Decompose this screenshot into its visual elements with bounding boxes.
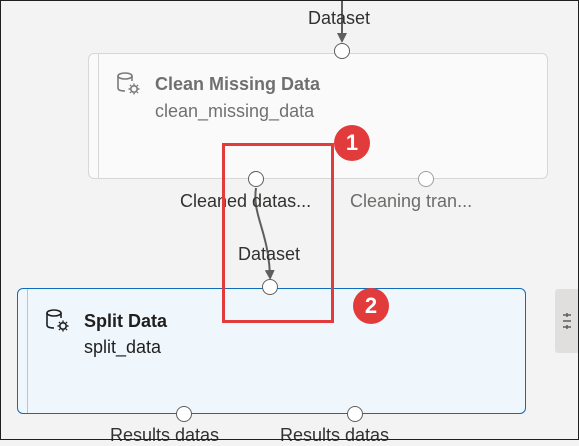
- node-title: Split Data: [84, 311, 168, 331]
- split-output-label-1: Results datas: [110, 425, 220, 445]
- callout-badge-1: 1: [334, 125, 370, 161]
- callout-badge-2: 2: [353, 288, 389, 324]
- highlight-box: [222, 143, 334, 323]
- cleaning-transformation-label: Cleaning tran...: [350, 191, 473, 211]
- split-output-port-2[interactable]: [347, 406, 363, 422]
- node-stripe: [98, 54, 99, 178]
- cleaning-transformation-output-port[interactable]: [418, 171, 434, 187]
- top-input-label: Dataset: [308, 8, 371, 28]
- panel-toggle-icon: [563, 313, 571, 329]
- node-subtitle: split_data: [84, 337, 162, 357]
- node-title: Clean Missing Data: [155, 74, 321, 94]
- side-panel-toggle[interactable]: [555, 289, 579, 353]
- node-stripe: [27, 289, 28, 413]
- clean-input-port[interactable]: [334, 43, 350, 59]
- dataset-gear-icon: [46, 309, 69, 332]
- node-subtitle: clean_missing_data: [155, 101, 315, 121]
- dataset-gear-icon: [117, 72, 140, 95]
- split-output-label-2: Results datas: [280, 425, 390, 445]
- split-output-port-1[interactable]: [176, 406, 192, 422]
